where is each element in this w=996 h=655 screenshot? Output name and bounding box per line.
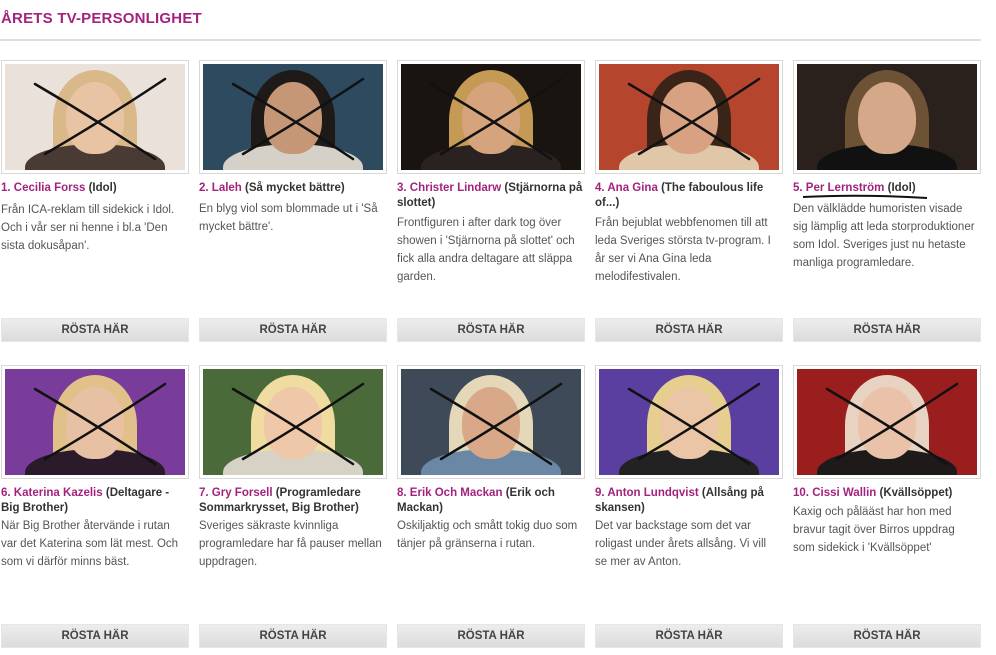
cross-out-mark (429, 382, 563, 466)
candidate-name-line: 4. Ana Gina (The faboulous life of...) (595, 181, 781, 211)
candidate-name-link[interactable]: Katerina Kazelis (14, 487, 103, 499)
cross-out-mark (627, 77, 761, 161)
candidate-rank[interactable]: 8. (397, 487, 407, 499)
page-title: ÅRETS TV-PERSONLIGHET (1, 10, 202, 27)
candidate-name-link[interactable]: Christer Lindarw (410, 182, 501, 194)
candidate-description: Från bejublat webbfenomen till att leda … (595, 217, 771, 283)
candidate-name-link[interactable]: Cecilia Forss (14, 182, 86, 194)
candidate-name-line: 10. Cissi Wallin (Kvällsöppet) (793, 486, 979, 501)
candidate-rank[interactable]: 5. (793, 182, 803, 194)
candidate-show: (Idol) (887, 182, 916, 194)
candidate-grid: 1. Cecilia Forss (Idol) Från ICA-reklam t… (0, 60, 996, 655)
candidate-name-link[interactable]: Cissi Wallin (812, 487, 876, 499)
candidate-rank[interactable]: 10. (793, 487, 809, 499)
portrait-image (797, 369, 977, 475)
candidate-rank[interactable]: 6. (1, 487, 11, 499)
candidate-description: Från ICA-reklam till sidekick i Idol. Oc… (1, 204, 175, 252)
candidate-name-line: 8. Erik Och Mackan (Erik och Mackan) (397, 486, 583, 516)
candidate-rank[interactable]: 2. (199, 182, 209, 194)
portrait-image (203, 64, 383, 170)
candidate-name-line: 3. Christer Lindarw (Stjärnorna på slott… (397, 181, 583, 211)
candidate-show: (Kvällsöppet) (879, 487, 953, 499)
candidate-description: När Big Brother återvände i rutan var de… (1, 520, 179, 568)
candidate-row-1: 1. Cecilia Forss (Idol) Från ICA-reklam t… (0, 60, 996, 365)
candidate-card: 4. Ana Gina (The faboulous life of...) Fr… (595, 60, 783, 342)
candidate-card: 5. Per Lernström (Idol) Den välklädde hum… (793, 60, 981, 342)
candidate-description: Kaxig och pålääst har hon med bravur tag… (793, 506, 955, 554)
candidate-name-link[interactable]: Gry Forsell (212, 487, 273, 499)
candidate-photo[interactable] (1, 60, 189, 174)
candidate-photo[interactable] (793, 365, 981, 479)
portrait-image (203, 369, 383, 475)
candidate-show: (Idol) (88, 182, 117, 194)
portrait-image (401, 369, 581, 475)
candidate-photo[interactable] (199, 60, 387, 174)
candidate-name-line: 1. Cecilia Forss (Idol) (1, 181, 187, 196)
candidate-rank[interactable]: 4. (595, 182, 605, 194)
candidate-rank[interactable]: 3. (397, 182, 407, 194)
vote-button[interactable]: RÖSTA HÄR (595, 624, 783, 648)
candidate-photo[interactable] (595, 60, 783, 174)
vote-button[interactable]: RÖSTA HÄR (793, 624, 981, 648)
candidate-name-link[interactable]: Anton Lundqvist (607, 487, 698, 499)
vote-button[interactable]: RÖSTA HÄR (397, 624, 585, 648)
candidate-row-2: 6. Katerina Kazelis (Deltagare - Big Bro… (0, 365, 996, 655)
vote-button[interactable]: RÖSTA HÄR (199, 624, 387, 648)
candidate-card: 1. Cecilia Forss (Idol) Från ICA-reklam t… (1, 60, 189, 342)
portrait-image (599, 64, 779, 170)
candidate-card: 8. Erik Och Mackan (Erik och Mackan) Oski… (397, 365, 585, 648)
candidate-card: 7. Gry Forsell (Programledare Sommarkrys… (199, 365, 387, 648)
candidate-photo[interactable] (397, 60, 585, 174)
portrait-image (5, 64, 185, 170)
candidate-name-link[interactable]: Laleh (212, 182, 242, 194)
candidate-photo[interactable] (793, 60, 981, 174)
cross-out-mark (33, 382, 167, 466)
candidate-name-line: 7. Gry Forsell (Programledare Sommarkrys… (199, 486, 385, 516)
vote-button[interactable]: RÖSTA HÄR (595, 318, 783, 342)
candidate-rank[interactable]: 9. (595, 487, 605, 499)
candidate-description: Det var backstage som det var roligast u… (595, 520, 767, 568)
portrait-image (797, 64, 977, 170)
candidate-name-link[interactable]: Ana Gina (607, 182, 657, 194)
candidate-description: En blyg viol som blommade ut i 'Så mycke… (199, 203, 378, 233)
candidate-description: Den välklädde humoristen visade sig lämp… (793, 203, 975, 269)
candidate-photo[interactable] (1, 365, 189, 479)
cross-out-mark (33, 77, 167, 161)
candidate-name-line: 6. Katerina Kazelis (Deltagare - Big Bro… (1, 486, 187, 516)
portrait-image (599, 369, 779, 475)
candidate-photo[interactable] (397, 365, 585, 479)
candidate-show: (Så mycket bättre) (245, 182, 345, 194)
candidate-rank[interactable]: 7. (199, 487, 209, 499)
candidate-rank[interactable]: 1. (1, 182, 11, 194)
candidate-name-line: 5. Per Lernström (Idol) (793, 181, 979, 199)
portrait-image (5, 369, 185, 475)
candidate-name-line: 9. Anton Lundqvist (Allsång på skansen) (595, 486, 781, 516)
candidate-card: 10. Cissi Wallin (Kvällsöppet) Kaxig och … (793, 365, 981, 648)
cross-out-mark (429, 77, 563, 161)
candidate-description: Oskiljaktig och smått tokig duo som tänj… (397, 520, 578, 550)
title-divider (0, 39, 981, 41)
candidate-name-link[interactable]: Erik Och Mackan (410, 487, 503, 499)
candidate-card: 6. Katerina Kazelis (Deltagare - Big Bro… (1, 365, 189, 648)
portrait-face (858, 82, 916, 154)
candidate-photo[interactable] (199, 365, 387, 479)
candidate-photo[interactable] (595, 365, 783, 479)
vote-button[interactable]: RÖSTA HÄR (199, 318, 387, 342)
candidate-card: 2. Laleh (Så mycket bättre) En blyg viol … (199, 60, 387, 342)
candidate-card: 9. Anton Lundqvist (Allsång på skansen) D… (595, 365, 783, 648)
vote-button[interactable]: RÖSTA HÄR (793, 318, 981, 342)
vote-button[interactable]: RÖSTA HÄR (1, 318, 189, 342)
cross-out-mark (231, 77, 365, 161)
candidate-description: Frontfiguren i after dark tog över showe… (397, 217, 575, 283)
vote-button[interactable]: RÖSTA HÄR (1, 624, 189, 648)
portrait-image (401, 64, 581, 170)
candidate-name-line: 2. Laleh (Så mycket bättre) (199, 181, 385, 196)
candidate-description: Sveriges säkraste kvinnliga programledar… (199, 520, 382, 568)
vote-button[interactable]: RÖSTA HÄR (397, 318, 585, 342)
cross-out-mark (825, 382, 959, 466)
cross-out-mark (231, 382, 365, 466)
candidate-card: 3. Christer Lindarw (Stjärnorna på slott… (397, 60, 585, 342)
cross-out-mark (627, 382, 761, 466)
candidate-name-link[interactable]: Per Lernström (806, 182, 885, 194)
